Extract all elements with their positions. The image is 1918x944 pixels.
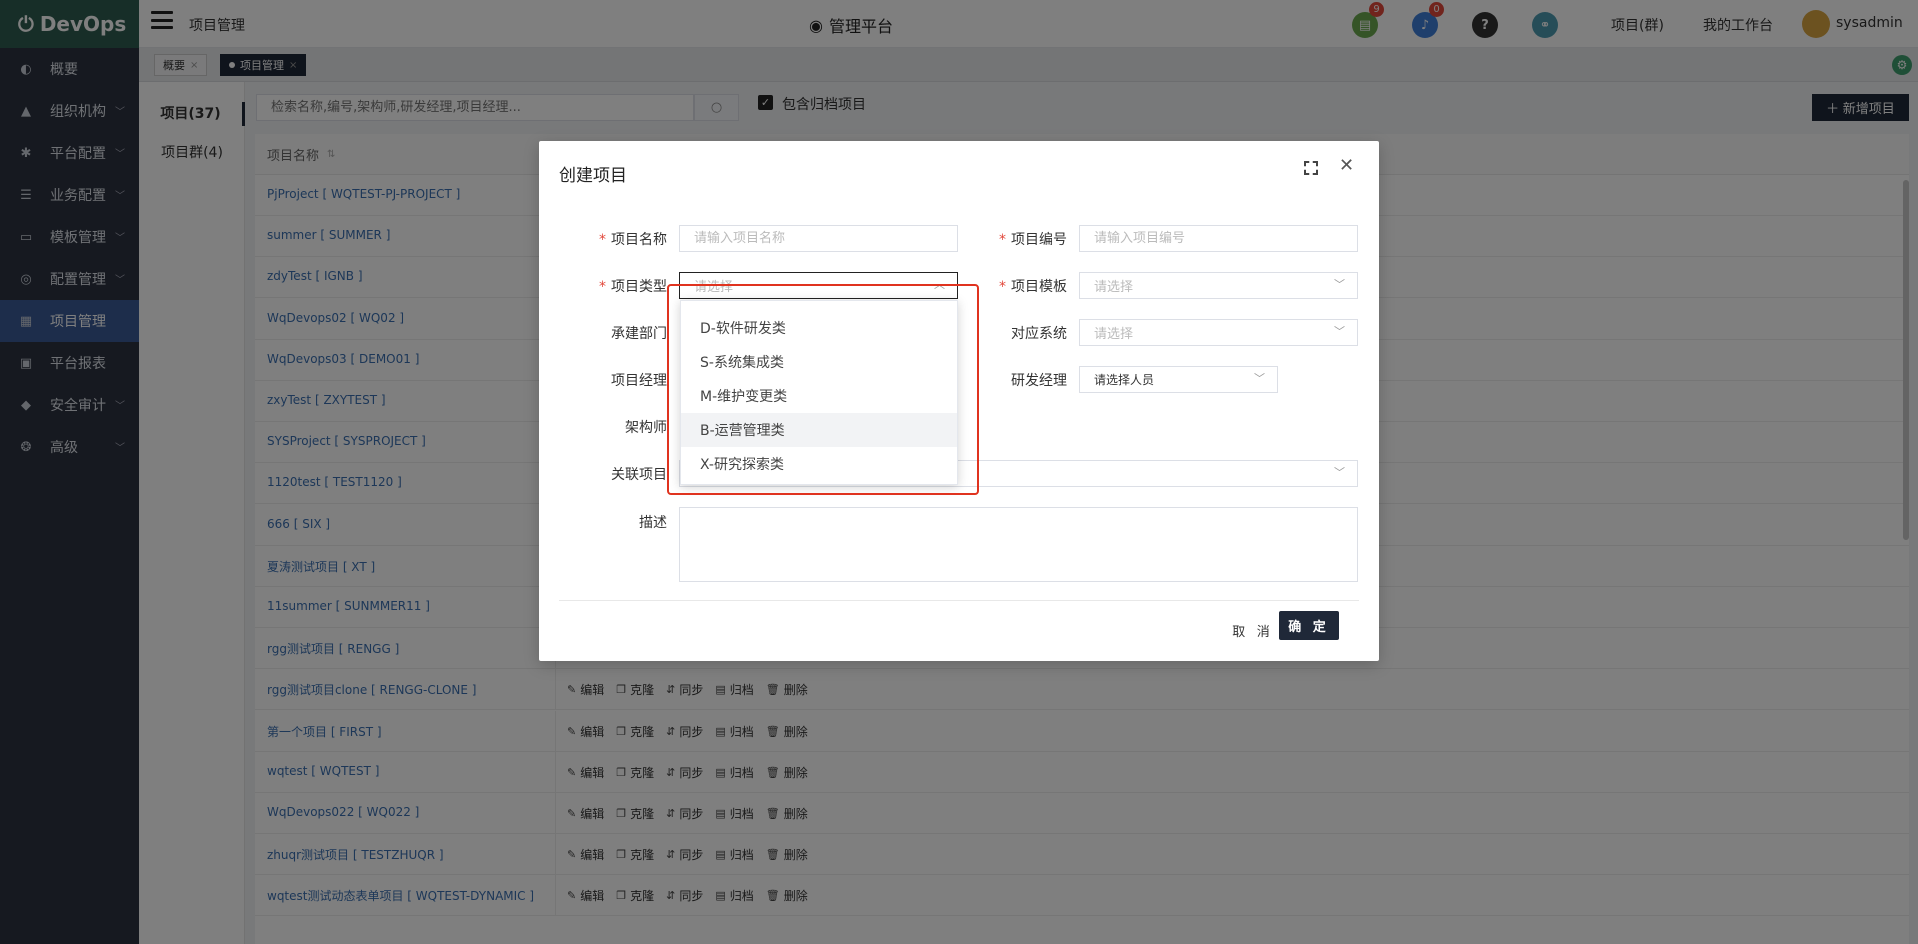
project-template-select[interactable]: 请选择 ﹀ (1079, 272, 1358, 299)
rd-manager-select[interactable]: 请选择人员 ﹀ (1079, 366, 1278, 393)
description-label: 描述 (639, 515, 667, 531)
select-value: 请选择人员 (1094, 373, 1155, 387)
architect-label: 架构师 (625, 420, 667, 436)
chevron-down-icon: ﹀ (1334, 278, 1345, 291)
dept-label: 承建部门 (611, 326, 667, 342)
project-code-input[interactable] (1079, 225, 1358, 252)
label-text: 项目类型 (611, 279, 667, 295)
system-select[interactable]: 请选择 ﹀ (1079, 319, 1358, 346)
label-text: 项目名称 (611, 232, 667, 248)
related-project-label: 关联项目 (611, 467, 667, 483)
label-text: 项目模板 (1011, 279, 1067, 295)
project-name-label: * 项目名称 (599, 232, 667, 248)
cancel-button[interactable]: 取 消 (1229, 616, 1277, 644)
label-text: 项目编号 (1011, 232, 1067, 248)
pm-label: 项目经理 (611, 373, 667, 389)
description-textarea[interactable] (679, 507, 1358, 582)
modal-title: 创建项目 (559, 166, 627, 186)
close-icon[interactable]: ✕ (1339, 155, 1354, 176)
confirm-button[interactable]: 确 定 (1279, 611, 1339, 640)
select-placeholder: 请选择 (1094, 327, 1134, 342)
modal-divider (559, 600, 1359, 601)
system-label: 对应系统 (1011, 326, 1067, 342)
project-template-label: * 项目模板 (999, 279, 1067, 295)
chevron-down-icon: ﹀ (1334, 325, 1345, 338)
fullscreen-icon[interactable] (1304, 161, 1318, 175)
chevron-down-icon: ﹀ (1334, 466, 1345, 479)
project-code-label: * 项目编号 (999, 232, 1067, 248)
rd-manager-label: 研发经理 (1011, 373, 1067, 389)
chevron-down-icon: ﹀ (1254, 372, 1265, 385)
select-placeholder: 请选择 (1094, 280, 1134, 295)
project-type-label: * 项目类型 (599, 279, 667, 295)
highlight-box (667, 284, 979, 495)
project-name-input[interactable] (679, 225, 958, 252)
